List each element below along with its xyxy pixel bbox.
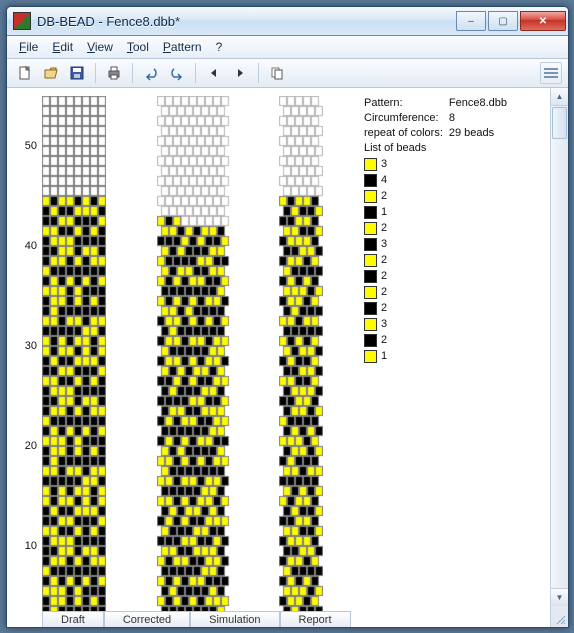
app-icon <box>13 12 31 30</box>
bead-swatch-icon <box>364 270 377 283</box>
bead-list-row: 1 <box>364 205 513 220</box>
scroll-thumb[interactable] <box>552 107 567 139</box>
bead-count: 2 <box>381 253 387 268</box>
main-area: 5040302010 Pattern:Fence8.dbb Circumfere… <box>7 88 550 627</box>
undo-button[interactable] <box>139 61 163 85</box>
bead-count: 3 <box>381 237 387 252</box>
maximize-button[interactable]: ▢ <box>488 11 518 31</box>
open-button[interactable] <box>39 61 63 85</box>
bead-swatch-icon <box>364 350 377 363</box>
toolbar <box>7 59 568 88</box>
bead-list-row: 2 <box>364 333 513 348</box>
menu-edit[interactable]: Edit <box>46 38 79 56</box>
bead-count: 3 <box>381 157 387 172</box>
bead-count: 2 <box>381 301 387 316</box>
bead-count: 1 <box>381 349 387 364</box>
bead-swatch-icon <box>364 158 377 171</box>
circumference-label: Circumference: <box>364 111 449 126</box>
repeat-label: repeat of colors: <box>364 126 449 141</box>
tab-strip: Draft Corrected Simulation Report <box>42 611 351 627</box>
menu-bar: File Edit View Tool Pattern ? <box>7 36 568 59</box>
bead-count: 2 <box>381 269 387 284</box>
bead-list-row: 2 <box>364 221 513 236</box>
close-button[interactable]: ✕ <box>520 11 566 31</box>
save-button[interactable] <box>65 61 89 85</box>
bead-list-row: 1 <box>364 349 513 364</box>
pattern-value: Fence8.dbb <box>449 96 513 111</box>
title-bar[interactable]: DB-BEAD - Fence8.dbb* – ▢ ✕ <box>7 7 568 36</box>
app-window: DB-BEAD - Fence8.dbb* – ▢ ✕ File Edit Vi… <box>6 6 569 628</box>
bead-swatch-icon <box>364 238 377 251</box>
simulation-column[interactable] <box>279 96 323 611</box>
bead-count: 2 <box>381 189 387 204</box>
bead-swatch-icon <box>364 318 377 331</box>
bead-count: 1 <box>381 205 387 220</box>
tab-corrected[interactable]: Corrected <box>104 611 190 627</box>
info-panel: Pattern:Fence8.dbb Circumference:8 repea… <box>364 96 513 364</box>
vertical-scrollbar[interactable]: ▲ ▼ <box>550 88 568 627</box>
scroll-up-button[interactable]: ▲ <box>551 88 568 106</box>
repeat-value: 29 beads <box>449 126 513 141</box>
bead-list-row: 3 <box>364 317 513 332</box>
new-button[interactable] <box>13 61 37 85</box>
bead-list-row: 3 <box>364 157 513 172</box>
bead-swatch-icon <box>364 286 377 299</box>
menu-help[interactable]: ? <box>210 38 229 56</box>
bead-count: 2 <box>381 285 387 300</box>
circumference-value: 8 <box>449 111 513 126</box>
tab-simulation[interactable]: Simulation <box>190 611 279 627</box>
menu-view[interactable]: View <box>81 38 119 56</box>
tab-report[interactable]: Report <box>280 611 351 627</box>
bead-swatch-icon <box>364 334 377 347</box>
bead-list-row: 3 <box>364 237 513 252</box>
bead-count: 2 <box>381 221 387 236</box>
pattern-label: Pattern: <box>364 96 449 111</box>
bead-swatch-icon <box>364 190 377 203</box>
window-title: DB-BEAD - Fence8.dbb* <box>37 14 456 29</box>
resize-grip[interactable] <box>551 606 568 627</box>
bead-list-row: 2 <box>364 189 513 204</box>
bead-list-row: 2 <box>364 253 513 268</box>
bead-list-row: 4 <box>364 173 513 188</box>
toolbar-overflow-button[interactable] <box>540 62 562 84</box>
bead-list-row: 2 <box>364 285 513 300</box>
bead-swatch-icon <box>364 174 377 187</box>
menu-tool[interactable]: Tool <box>121 38 155 56</box>
bead-swatch-icon <box>364 222 377 235</box>
bead-swatch-icon <box>364 302 377 315</box>
minimize-button[interactable]: – <box>456 11 486 31</box>
bead-count: 4 <box>381 173 387 188</box>
draft-column[interactable] <box>42 96 106 611</box>
menu-file[interactable]: File <box>13 38 44 56</box>
bead-count: 3 <box>381 317 387 332</box>
bead-count: 2 <box>381 333 387 348</box>
next-button[interactable] <box>228 61 252 85</box>
menu-pattern[interactable]: Pattern <box>157 38 208 56</box>
bead-list: 3421232222321 <box>364 157 513 364</box>
corrected-column[interactable] <box>157 96 233 611</box>
bead-swatch-icon <box>364 206 377 219</box>
scroll-down-button[interactable]: ▼ <box>551 588 568 606</box>
bead-list-label: List of beads <box>364 141 513 156</box>
bead-swatch-icon <box>364 254 377 267</box>
redo-button[interactable] <box>165 61 189 85</box>
print-button[interactable] <box>102 61 126 85</box>
prev-button[interactable] <box>202 61 226 85</box>
copy-button[interactable] <box>265 61 289 85</box>
bead-list-row: 2 <box>364 269 513 284</box>
bead-list-row: 2 <box>364 301 513 316</box>
tab-draft[interactable]: Draft <box>42 611 104 627</box>
